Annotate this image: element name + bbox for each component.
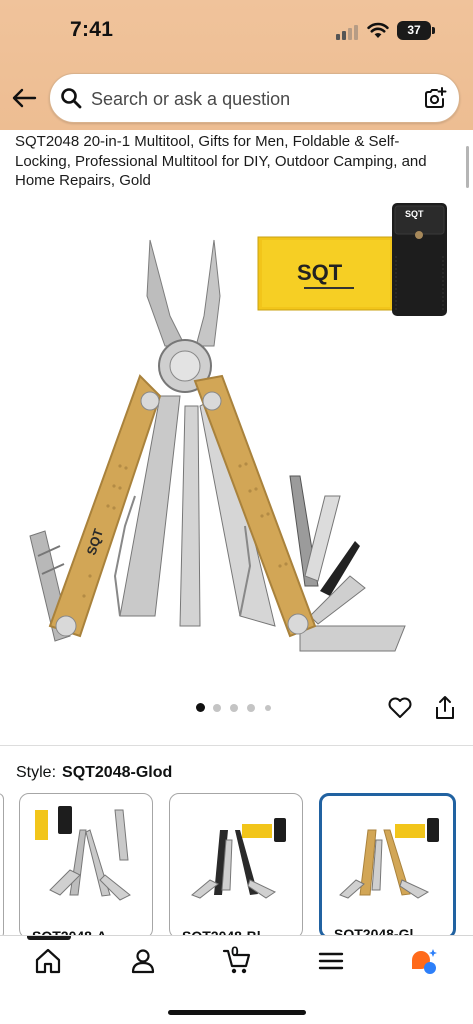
- status-time: 7:41: [70, 18, 114, 41]
- carousel-dot[interactable]: [213, 704, 221, 712]
- heart-icon[interactable]: [387, 696, 413, 720]
- gift-box-image: SQT: [257, 236, 394, 311]
- style-option-image: [191, 818, 286, 899]
- search-icon: [61, 88, 82, 109]
- search-input[interactable]: Search or ask a question: [91, 89, 290, 110]
- carousel-dot[interactable]: [247, 704, 255, 712]
- style-selector-header: Style: SQT2048-Glod: [16, 764, 172, 782]
- battery-icon: 37: [397, 21, 431, 40]
- style-option-image: [35, 806, 131, 901]
- status-bar: 7:41 37: [0, 0, 473, 62]
- active-tab-indicator: [27, 936, 71, 940]
- box-brand: SQT: [297, 260, 343, 285]
- wifi-icon: [367, 22, 389, 38]
- carousel-dot[interactable]: [265, 705, 271, 711]
- carousel-dot[interactable]: [230, 704, 238, 712]
- menu-icon[interactable]: [316, 946, 346, 976]
- home-indicator: [168, 1010, 306, 1015]
- product-image[interactable]: SQT SQT SQT: [0, 196, 473, 686]
- battery-nub: [432, 27, 435, 34]
- search-bar[interactable]: Search or ask a question: [49, 73, 460, 123]
- cart-count: 0: [231, 943, 239, 959]
- account-icon[interactable]: [128, 946, 158, 976]
- home-icon[interactable]: [33, 946, 63, 976]
- style-option-gold[interactable]: SQT2048-Gl: [319, 793, 456, 939]
- battery-level: 37: [407, 23, 421, 37]
- section-divider: [0, 745, 473, 746]
- pouch-image: SQT: [392, 203, 447, 316]
- share-icon[interactable]: [434, 695, 456, 721]
- image-carousel-dots[interactable]: [196, 703, 286, 713]
- style-option-partial[interactable]: [0, 793, 4, 939]
- carousel-dot-active[interactable]: [196, 703, 205, 712]
- pouch-brand: SQT: [405, 209, 424, 219]
- style-selected-value: SQT2048-Glod: [62, 764, 173, 781]
- style-option-black[interactable]: SQT2048-Bl: [169, 793, 303, 939]
- style-option-silver[interactable]: SQT2048-A: [19, 793, 153, 939]
- scroll-indicator: [466, 146, 469, 188]
- pliers-jaws: [146, 239, 221, 393]
- cellular-signal-icon: [336, 24, 362, 40]
- style-label: Style:: [16, 764, 57, 781]
- product-title[interactable]: SQT2048 20-in-1 Multitool, Gifts for Men…: [15, 132, 455, 191]
- back-arrow-icon[interactable]: [10, 84, 38, 112]
- rufus-assistant-icon[interactable]: [409, 946, 439, 976]
- style-option-image: [339, 818, 439, 899]
- camera-search-icon[interactable]: [423, 86, 447, 110]
